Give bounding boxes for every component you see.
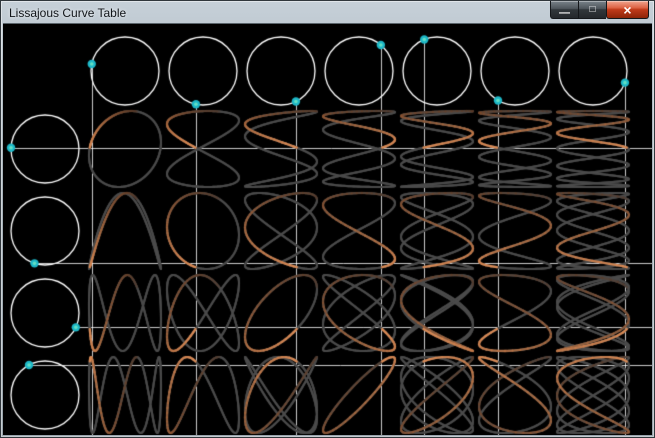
- canvas-area: [3, 23, 652, 435]
- close-button[interactable]: ×: [606, 1, 649, 19]
- window-title: Lissajous Curve Table: [9, 6, 126, 20]
- maximize-icon: □: [589, 5, 595, 15]
- app-window: Lissajous Curve Table — □ ×: [0, 0, 655, 438]
- titlebar[interactable]: Lissajous Curve Table — □ ×: [3, 3, 652, 23]
- close-icon: ×: [623, 3, 631, 17]
- window-controls: — □ ×: [550, 1, 649, 19]
- minimize-button[interactable]: —: [550, 1, 578, 19]
- maximize-button[interactable]: □: [578, 1, 606, 19]
- minimize-icon: —: [559, 9, 570, 17]
- lissajous-canvas: [3, 24, 652, 435]
